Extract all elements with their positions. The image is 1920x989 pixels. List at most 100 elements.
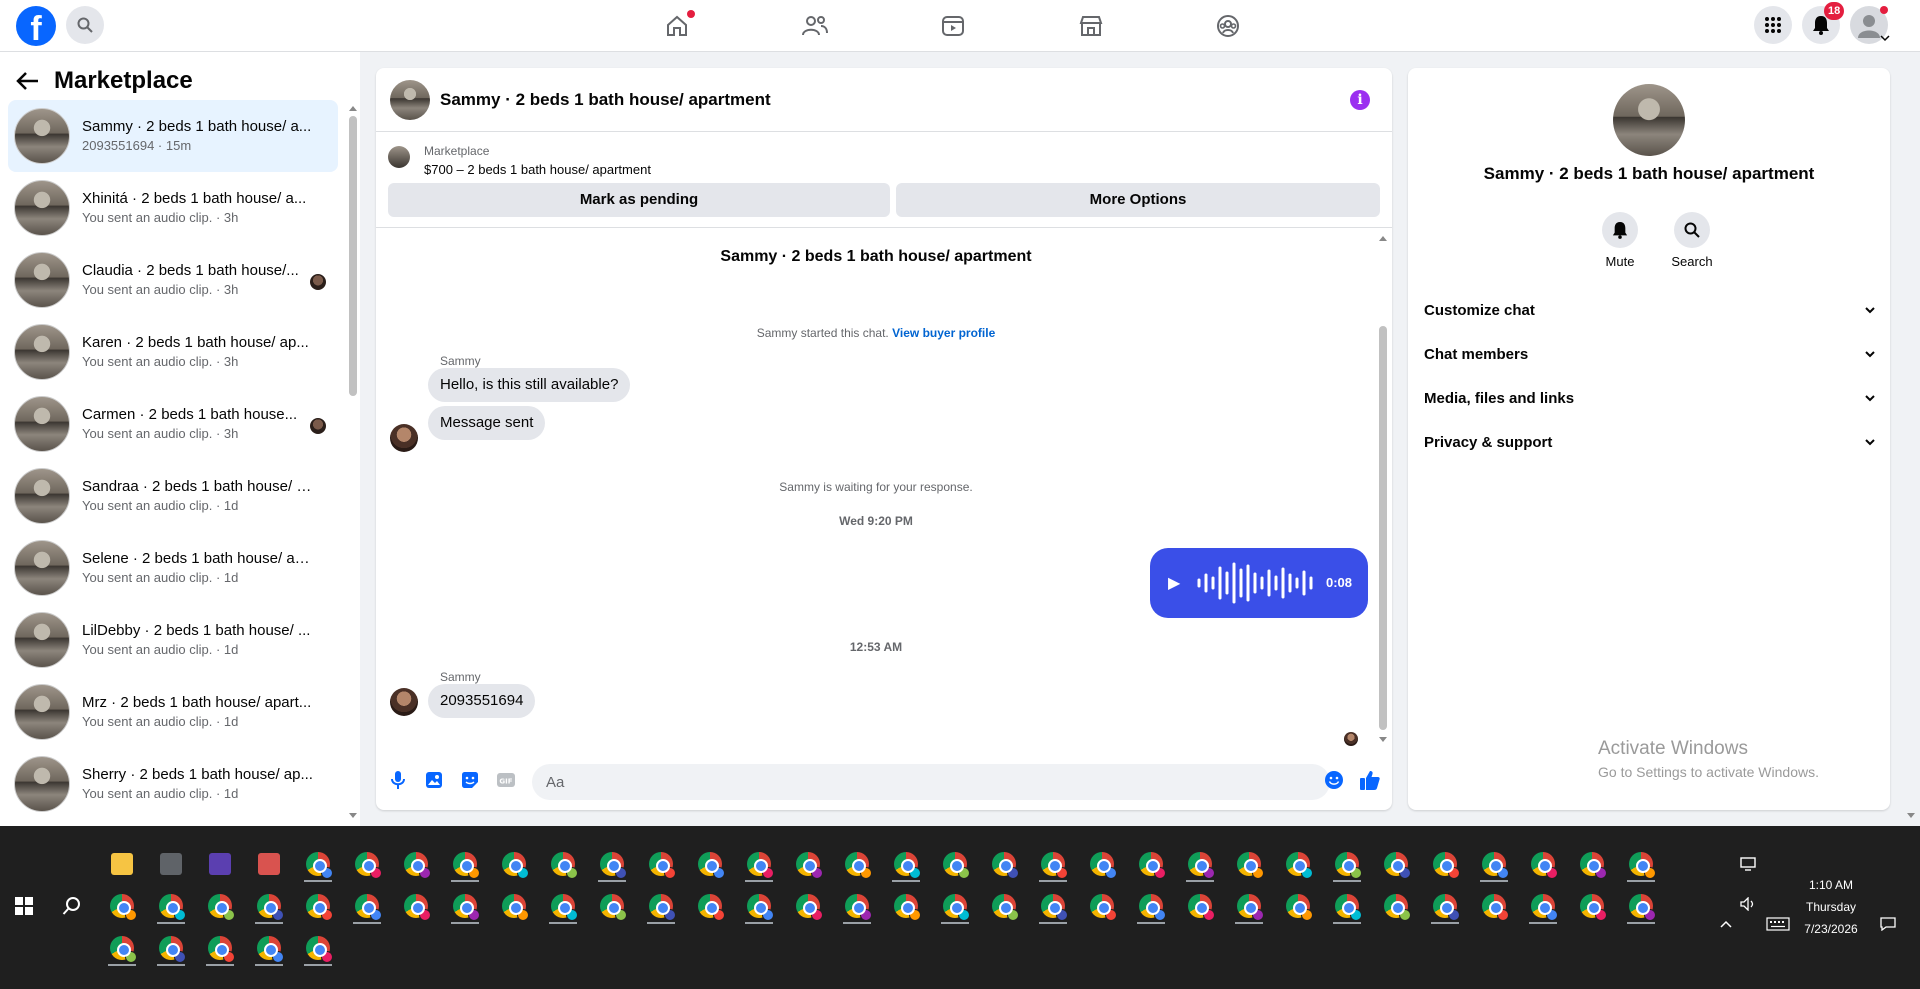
taskbar-chrome-window[interactable] [937,888,973,924]
conversation-item[interactable]: Sandraa · 2 beds 1 bath house/ a... You s… [8,460,338,532]
nav-video[interactable] [897,8,1009,44]
conversation-item[interactable]: Claudia · 2 beds 1 bath house/... You sen… [8,244,338,316]
taskbar-chrome-window[interactable] [1574,846,1610,882]
emoji-button[interactable] [1322,768,1346,792]
taskbar-chrome-window[interactable] [594,846,630,882]
start-button[interactable] [6,888,42,924]
taskbar-date[interactable]: 7/23/2026 [1786,922,1876,936]
taskbar-chrome-window[interactable] [496,846,532,882]
taskbar-chrome-window[interactable] [1133,846,1169,882]
tray-overflow-button[interactable] [1708,906,1744,942]
taskbar-chrome-window[interactable] [1525,846,1561,882]
nav-home[interactable] [621,8,733,44]
taskbar-folder[interactable] [104,846,140,882]
mark-as-pending-button[interactable]: Mark as pending [388,183,890,217]
attach-photo-button[interactable] [422,768,446,792]
taskbar-chrome-window[interactable] [1084,846,1120,882]
taskbar-chrome-window[interactable] [692,888,728,924]
scroll-up-arrow-icon[interactable] [1378,234,1388,242]
message-input[interactable] [532,764,1330,800]
taskbar-chrome-window[interactable] [202,930,238,966]
taskbar-chrome-window[interactable] [447,888,483,924]
taskbar-calculator[interactable] [153,846,189,882]
taskbar-chrome-window[interactable] [839,888,875,924]
conversation-item[interactable]: Selene · 2 beds 1 bath house/ ap... You s… [8,532,338,604]
section-chat-members[interactable]: Chat members [1424,336,1876,372]
section-customize-chat[interactable]: Customize chat [1424,292,1876,328]
taskbar-chrome-window[interactable] [1231,846,1267,882]
message-bubble[interactable]: Message sent [428,406,546,440]
view-buyer-profile-link[interactable]: View buyer profile [892,326,995,340]
sender-avatar[interactable] [390,688,418,716]
taskbar-day[interactable]: Thursday [1786,900,1876,914]
taskbar-chrome-window[interactable] [104,888,140,924]
conversation-item[interactable]: Sherry · 2 beds 1 bath house/ ap... You s… [8,748,338,820]
taskbar-chrome-window[interactable] [790,846,826,882]
taskbar-chrome-window[interactable] [1476,888,1512,924]
taskbar-chrome-window[interactable] [300,888,336,924]
conversation-item[interactable]: LilDebby · 2 beds 1 bath house/ ... You s… [8,604,338,676]
sidebar-scrollbar[interactable] [349,116,357,396]
tray-display-icon[interactable] [1730,846,1766,882]
taskbar-chrome-window[interactable] [545,846,581,882]
taskbar-chrome-window[interactable] [1182,846,1218,882]
taskbar-chrome-window[interactable] [251,888,287,924]
taskbar-chrome-window[interactable] [888,888,924,924]
back-arrow-icon[interactable] [16,71,40,91]
nav-marketplace[interactable] [1035,8,1147,44]
info-avatar[interactable] [1613,84,1685,156]
message-bubble[interactable]: Hello, is this still available? [428,368,631,402]
taskbar-chrome-window[interactable] [839,846,875,882]
nav-groups[interactable] [1172,8,1284,44]
taskbar-chrome-window[interactable] [1378,846,1414,882]
info-icon[interactable]: i [1350,90,1370,110]
taskbar-chrome-window[interactable] [1035,846,1071,882]
facebook-logo[interactable]: f [16,6,56,46]
taskbar-chrome-window[interactable] [1231,888,1267,924]
mute-action[interactable]: Mute [1590,212,1650,269]
chat-scrollbar[interactable] [1379,326,1387,730]
taskbar-paint[interactable] [251,846,287,882]
section-privacy-support[interactable]: Privacy & support [1424,424,1876,460]
menu-button[interactable] [1754,6,1792,44]
taskbar-chrome-window[interactable] [643,888,679,924]
account-avatar[interactable] [1850,6,1890,44]
section-media-files-links[interactable]: Media, files and links [1424,380,1876,416]
taskbar-chrome-window[interactable] [1623,846,1659,882]
taskbar-time[interactable]: 1:10 AM [1786,878,1876,892]
scroll-down-arrow-icon[interactable] [1378,736,1388,744]
taskbar-chrome-window[interactable] [153,930,189,966]
taskbar-chrome-window[interactable] [300,846,336,882]
taskbar-chrome-window[interactable] [300,930,336,966]
search-button[interactable] [66,6,104,44]
message-bubble[interactable]: 2093551694 [428,684,536,718]
audio-message[interactable]: ▶ 0:08 [1150,548,1368,618]
chat-title[interactable]: Sammy · 2 beds 1 bath house/ apartment [440,90,771,110]
listing-price[interactable]: $700 – 2 beds 1 bath house/ apartment [424,162,651,177]
listing-thumbnail[interactable] [388,146,410,168]
taskbar-chrome-window[interactable] [1084,888,1120,924]
taskbar-chrome-window[interactable] [1035,888,1071,924]
taskbar-chrome-window[interactable] [1280,846,1316,882]
taskbar-chrome-window[interactable] [937,846,973,882]
taskbar-chrome-window[interactable] [1427,888,1463,924]
taskbar-chrome-window[interactable] [1525,888,1561,924]
taskbar-chrome-window[interactable] [104,930,140,966]
taskbar-chrome-window[interactable] [1476,846,1512,882]
taskbar-chrome-window[interactable] [1182,888,1218,924]
taskbar-chrome-window[interactable] [888,846,924,882]
conversation-item[interactable]: Mrz · 2 beds 1 bath house/ apart... You s… [8,676,338,748]
scroll-down-arrow-icon[interactable] [1906,812,1916,820]
sender-avatar[interactable] [390,424,418,452]
sticker-button[interactable] [458,768,482,792]
taskbar-chrome-window[interactable] [986,846,1022,882]
gif-button[interactable]: GIF [494,768,518,792]
taskbar-chrome-window[interactable] [447,846,483,882]
taskbar-chrome-window[interactable] [986,888,1022,924]
scroll-up-arrow-icon[interactable] [348,104,358,112]
taskbar-chrome-window[interactable] [1329,888,1365,924]
taskbar-chrome-window[interactable] [692,846,728,882]
taskbar-chrome-window[interactable] [398,888,434,924]
taskbar-app[interactable] [202,846,238,882]
taskbar-chrome-window[interactable] [202,888,238,924]
